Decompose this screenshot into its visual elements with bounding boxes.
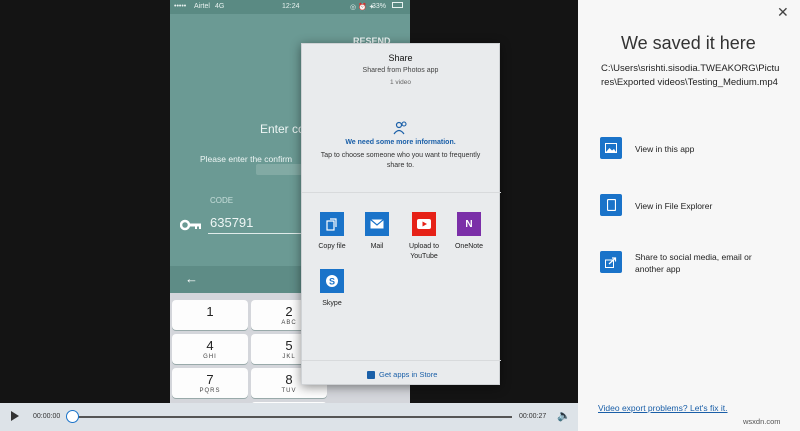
signal-icon: ••••• bbox=[174, 3, 187, 10]
copy-file-icon bbox=[320, 212, 344, 236]
svg-text:S: S bbox=[329, 277, 335, 287]
saved-path: C:\Users\srishti.sisodia.TWEAKORG\Pictur… bbox=[601, 63, 780, 88]
youtube-label: Upload to YouTube bbox=[409, 243, 439, 260]
key-1[interactable]: 1 bbox=[172, 300, 248, 330]
share-divider bbox=[302, 192, 501, 193]
phone-instruction: Please enter the confirm bbox=[200, 154, 293, 164]
key-4[interactable]: 4 GHI bbox=[172, 334, 248, 364]
phone-status-bar: ••••• Airtel 4G 12:24 ◎ ⏰ ✦ 33% bbox=[170, 0, 410, 14]
onenote-icon: N bbox=[457, 212, 481, 236]
seek-bar[interactable] bbox=[72, 416, 512, 418]
panel-heading: We saved it here bbox=[621, 33, 756, 53]
phone-time: 12:24 bbox=[282, 3, 300, 10]
total-time: 00:00:27 bbox=[519, 413, 547, 420]
key-icon bbox=[179, 218, 202, 232]
mail-app[interactable]: Mail bbox=[352, 212, 402, 252]
store-icon bbox=[367, 371, 375, 379]
close-icon[interactable]: ✕ bbox=[777, 4, 789, 21]
export-problems-link[interactable]: Video export problems? Let's fix it. bbox=[598, 403, 728, 413]
share-social-icon[interactable] bbox=[600, 251, 622, 273]
code-input[interactable]: 635791 bbox=[210, 215, 253, 230]
battery-icon bbox=[392, 2, 403, 8]
playback-controls: 00:00:00 00:00:27 🔈 bbox=[0, 403, 578, 431]
view-in-app-action[interactable]: View in this app bbox=[635, 143, 694, 155]
share-flyout: Share Shared from Photos app 1 video We … bbox=[301, 43, 501, 385]
export-panel: ✕ We saved it here C:\Users\srishti.siso… bbox=[578, 0, 800, 431]
share-subtitle: Shared from Photos app bbox=[362, 67, 439, 74]
file-explorer-icon[interactable] bbox=[600, 194, 622, 216]
people-icon bbox=[393, 121, 409, 135]
onenote-label: OneNote bbox=[454, 243, 484, 250]
phone-carrier: Airtel bbox=[194, 3, 210, 10]
info-heading[interactable]: We need some more information. bbox=[302, 139, 499, 146]
mail-icon bbox=[365, 212, 389, 236]
status-icons: ◎ ⏰ ✦ bbox=[350, 4, 375, 11]
current-time: 00:00:00 bbox=[33, 413, 61, 420]
volume-icon[interactable]: 🔈 bbox=[557, 409, 571, 422]
store-divider bbox=[302, 360, 501, 361]
youtube-icon bbox=[412, 212, 436, 236]
key-7[interactable]: 7 PQRS bbox=[172, 368, 248, 398]
mail-label: Mail bbox=[370, 243, 384, 250]
play-icon[interactable] bbox=[11, 411, 19, 421]
enter-code-title: Enter co bbox=[260, 122, 305, 136]
code-label: CODE bbox=[210, 196, 234, 205]
back-arrow-icon[interactable]: ← bbox=[185, 271, 198, 286]
view-in-file-explorer-action[interactable]: View in File Explorer bbox=[635, 200, 712, 212]
share-count: 1 video bbox=[390, 79, 411, 86]
view-in-app-icon[interactable] bbox=[600, 137, 622, 159]
youtube-app[interactable]: Upload to YouTube bbox=[399, 212, 449, 262]
share-social-action[interactable]: Share to social media, email or another … bbox=[635, 251, 775, 275]
info-text: Tap to choose someone who you want to fr… bbox=[320, 152, 481, 169]
onenote-app[interactable]: N OneNote bbox=[444, 212, 494, 252]
skype-icon: S bbox=[320, 269, 344, 293]
copy-file-label: Copy file bbox=[318, 243, 346, 250]
copy-file-app[interactable]: Copy file bbox=[307, 212, 357, 252]
skype-label: Skype bbox=[322, 300, 342, 307]
share-title: Share bbox=[388, 53, 413, 63]
phone-battery: 33% bbox=[372, 3, 387, 10]
seek-thumb[interactable] bbox=[66, 410, 79, 423]
get-apps-link[interactable]: Get apps in Store bbox=[379, 370, 437, 379]
skype-app[interactable]: S Skype bbox=[307, 269, 357, 309]
watermark: wsxdn.com bbox=[743, 417, 781, 426]
phone-network: 4G bbox=[215, 3, 225, 10]
